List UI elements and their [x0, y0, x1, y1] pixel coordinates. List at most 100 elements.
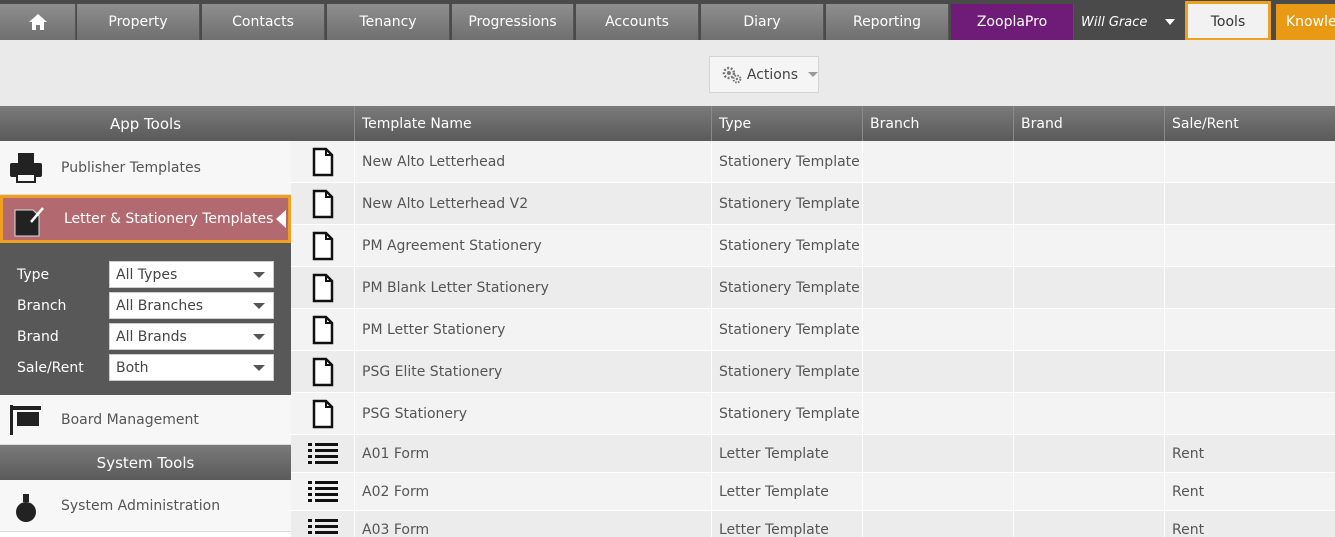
document-icon — [291, 267, 354, 308]
user-name: Will Grace — [1081, 14, 1148, 30]
cell-template-name: PSG Stationery — [354, 393, 711, 434]
templates-table: Template Name Type Branch Brand Sale/Ren… — [291, 106, 1335, 537]
table-row[interactable]: PM Blank Letter Stationery Stationery Te… — [291, 267, 1335, 309]
brand-select[interactable]: All Brands — [109, 323, 274, 350]
cell-branch — [862, 393, 1013, 434]
sale-rent-select[interactable]: Both — [109, 354, 274, 381]
cell-brand — [1013, 473, 1164, 510]
cell-sale-rent — [1164, 393, 1335, 434]
nav-tab-tools[interactable]: Tools — [1185, 1, 1271, 41]
cell-template-name: A01 Form — [354, 435, 711, 472]
select-value: All Brands — [116, 328, 187, 345]
cell-branch — [862, 267, 1013, 308]
cell-branch — [862, 435, 1013, 472]
table-row[interactable]: PSG Elite Stationery Stationery Template — [291, 351, 1335, 393]
board-icon — [10, 405, 41, 435]
chevron-down-icon — [253, 365, 265, 371]
cell-sale-rent — [1164, 141, 1335, 182]
cell-sale-rent — [1164, 267, 1335, 308]
cell-branch — [862, 309, 1013, 350]
sidebar-item-letter-stationery-templates[interactable]: Letter & Stationery Templates — [0, 195, 291, 243]
nav-tab-progressions[interactable]: Progressions — [452, 4, 574, 40]
sidebar-item-publisher-templates[interactable]: Publisher Templates — [0, 141, 291, 195]
branch-select[interactable]: All Branches — [109, 292, 274, 319]
home-icon — [28, 14, 47, 30]
cell-type: Stationery Template — [711, 351, 862, 392]
cell-type: Stationery Template — [711, 141, 862, 182]
table-row[interactable]: PM Letter Stationery Stationery Template — [291, 309, 1335, 351]
column-header-template-name[interactable]: Template Name — [354, 106, 711, 141]
document-icon — [291, 225, 354, 266]
home-tab[interactable] — [0, 4, 76, 40]
cell-branch — [862, 225, 1013, 266]
table-row[interactable]: A02 Form Letter Template Rent — [291, 473, 1335, 511]
cell-template-name: PM Letter Stationery — [354, 309, 711, 350]
table-row[interactable]: A03 Form Letter Template Rent — [291, 511, 1335, 537]
cell-template-name: New Alto Letterhead — [354, 141, 711, 182]
sidebar-item-board-management[interactable]: Board Management — [0, 395, 291, 445]
sidebar-item-label: Publisher Templates — [61, 159, 201, 176]
nav-tab-zooplapro[interactable]: ZooplaPro — [951, 4, 1074, 40]
column-header-type[interactable]: Type — [711, 106, 862, 141]
filter-branch: Branch All Branches — [17, 290, 274, 321]
cell-type: Stationery Template — [711, 309, 862, 350]
nav-tab-property[interactable]: Property — [77, 4, 200, 40]
document-icon — [291, 309, 354, 350]
cell-type: Letter Template — [711, 435, 862, 472]
letter-icon — [14, 207, 44, 237]
cell-brand — [1013, 183, 1164, 224]
chevron-down-icon — [253, 272, 265, 278]
cell-type: Stationery Template — [711, 183, 862, 224]
cell-type: Letter Template — [711, 473, 862, 510]
sidebar-item-label: Letter & Stationery Templates — [64, 211, 274, 227]
cell-type: Letter Template — [711, 511, 862, 537]
type-select[interactable]: All Types — [109, 261, 274, 288]
cell-branch — [862, 351, 1013, 392]
filter-panel: Type All Types Branch All Branches Brand… — [0, 243, 291, 395]
nav-tab-tenancy[interactable]: Tenancy — [327, 4, 450, 40]
chevron-down-icon — [253, 303, 265, 309]
list-icon — [291, 473, 354, 510]
cell-template-name: PM Agreement Stationery — [354, 225, 711, 266]
action-bar: Actions — [0, 40, 1335, 106]
sidebar-item-label: System Administration — [61, 497, 221, 514]
sidebar-item-label: Board Management — [61, 411, 199, 428]
column-header-branch[interactable]: Branch — [862, 106, 1013, 141]
cell-brand — [1013, 267, 1164, 308]
select-value: All Types — [116, 266, 178, 283]
column-header-brand[interactable]: Brand — [1013, 106, 1164, 141]
table-row[interactable]: PM Agreement Stationery Stationery Templ… — [291, 225, 1335, 267]
chevron-down-icon — [1165, 19, 1176, 25]
chevron-down-icon — [808, 72, 818, 77]
nav-tab-contacts[interactable]: Contacts — [202, 4, 325, 40]
nav-tab-knowledge[interactable]: Knowle — [1276, 4, 1335, 40]
cell-brand — [1013, 351, 1164, 392]
actions-button[interactable]: Actions — [709, 56, 819, 93]
column-header-sale-rent[interactable]: Sale/Rent — [1164, 106, 1335, 141]
list-icon — [291, 511, 354, 537]
nav-tab-diary[interactable]: Diary — [701, 4, 824, 40]
filter-brand: Brand All Brands — [17, 321, 274, 352]
admin-icon — [16, 494, 36, 522]
cell-template-name: A03 Form — [354, 511, 711, 537]
nav-tab-accounts[interactable]: Accounts — [576, 4, 699, 40]
cell-sale-rent: Rent — [1164, 435, 1335, 472]
document-icon — [291, 393, 354, 434]
cell-branch — [862, 511, 1013, 537]
cell-branch — [862, 141, 1013, 182]
user-menu[interactable]: Will Grace — [1075, 4, 1185, 40]
sidebar: App Tools Publisher Templates Letter & S… — [0, 106, 291, 537]
table-row[interactable]: New Alto Letterhead Stationery Template — [291, 141, 1335, 183]
table-row[interactable]: New Alto Letterhead V2 Stationery Templa… — [291, 183, 1335, 225]
document-icon — [291, 351, 354, 392]
table-row[interactable]: A01 Form Letter Template Rent — [291, 435, 1335, 473]
nav-tab-reporting[interactable]: Reporting — [826, 4, 949, 40]
table-row[interactable]: PSG Stationery Stationery Template — [291, 393, 1335, 435]
system-tools-header: System Tools — [0, 445, 291, 480]
cell-sale-rent — [1164, 183, 1335, 224]
cell-sale-rent — [1164, 225, 1335, 266]
document-icon — [291, 141, 354, 182]
filter-label: Sale/Rent — [17, 359, 84, 376]
cell-brand — [1013, 141, 1164, 182]
sidebar-item-system-administration[interactable]: System Administration — [0, 480, 291, 532]
